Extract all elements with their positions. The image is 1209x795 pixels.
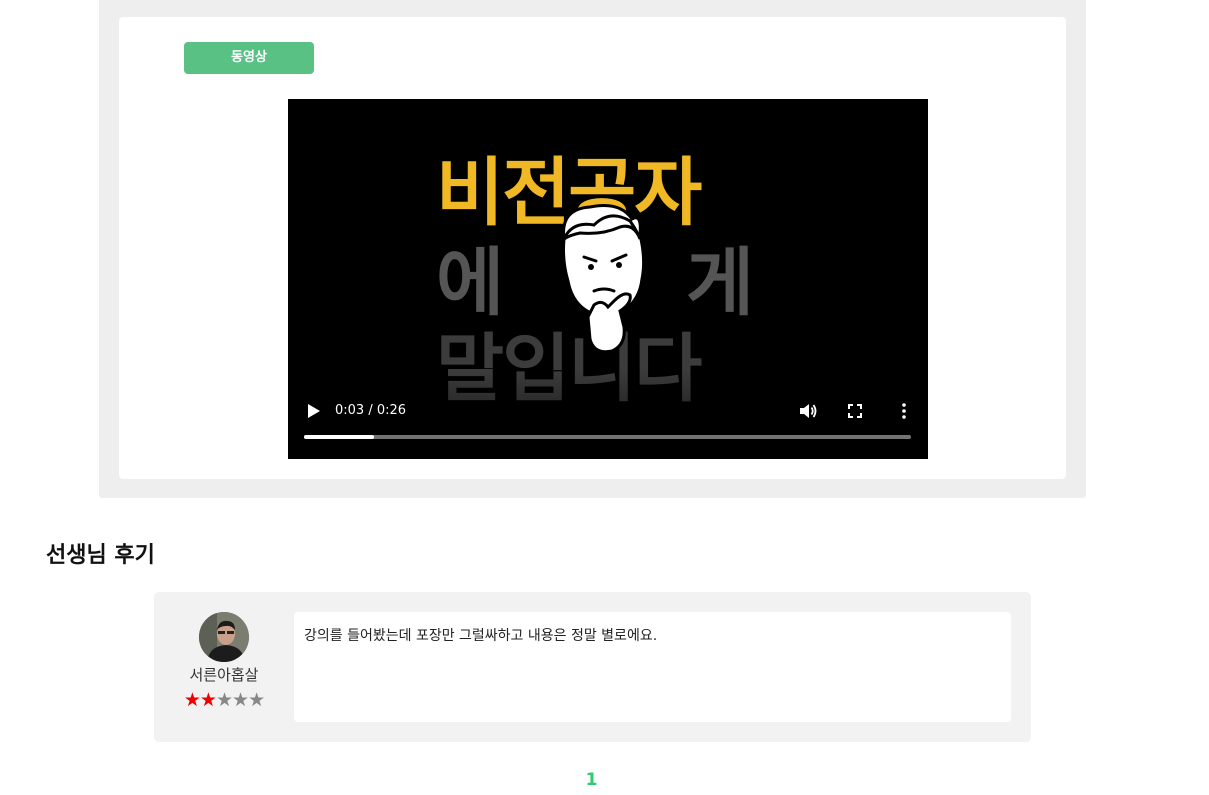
play-icon[interactable] xyxy=(304,402,322,420)
video-badge: 동영상 xyxy=(184,42,314,74)
star-empty-icon: ★ xyxy=(215,689,233,711)
avatar-photo xyxy=(199,612,249,662)
star-filled-icon: ★ xyxy=(183,689,201,711)
avatar xyxy=(199,612,249,662)
pagination: 1 xyxy=(0,768,1183,792)
star-empty-icon: ★ xyxy=(232,689,249,711)
review-item: 서른아홉살 ★★★★★ 강의를 들어봤는데 포장만 그럴싸하고 내용은 정말 별… xyxy=(154,592,1031,742)
star-rating: ★★★★★ xyxy=(154,689,294,711)
progress-bar[interactable] xyxy=(304,435,911,439)
thinking-character-illustration xyxy=(560,204,646,354)
video-player[interactable]: 비전공자 에 게 말입니다 0:03 / 0:26 xyxy=(288,99,928,459)
star-empty-icon: ★ xyxy=(248,689,265,711)
fullscreen-icon[interactable] xyxy=(846,402,864,420)
time-display: 0:03 / 0:26 xyxy=(335,403,407,418)
reviews-heading: 선생님 후기 xyxy=(46,543,155,568)
progress-fill xyxy=(304,435,374,439)
video-card: 동영상 비전공자 에 게 말입니다 0:03 / 0:26 xyxy=(119,17,1066,479)
more-options-icon[interactable] xyxy=(895,401,913,421)
video-section: 동영상 비전공자 에 게 말입니다 0:03 / 0:26 xyxy=(99,0,1086,498)
volume-icon[interactable] xyxy=(798,401,818,421)
review-text: 강의를 들어봤는데 포장만 그럴싸하고 내용은 정말 별로에요. xyxy=(304,628,658,644)
review-text-box: 강의를 들어봤는데 포장만 그럴싸하고 내용은 정말 별로에요. xyxy=(294,612,1011,722)
page-number-current[interactable]: 1 xyxy=(586,770,598,790)
reviewer-name: 서른아홉살 xyxy=(189,666,259,684)
star-filled-icon: ★ xyxy=(199,689,217,711)
